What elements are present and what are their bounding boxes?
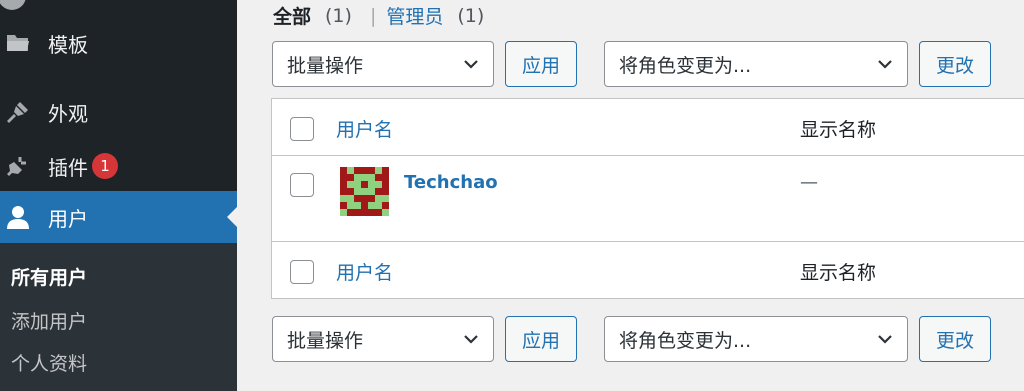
table-row: Techchao —	[272, 156, 1024, 242]
change-role-button-bottom[interactable]: 更改	[919, 316, 991, 362]
filter-separator: |	[369, 4, 377, 27]
sidebar-item-users[interactable]: 用户	[0, 191, 237, 243]
sidebar-item-label: 模板	[48, 32, 88, 57]
submenu-all-users[interactable]: 所有用户	[11, 263, 87, 290]
change-role-value: 将角色变更为...	[619, 329, 752, 352]
sidebar-item-label: 用户	[48, 206, 88, 231]
users-table: 用户名 显示名称 Techchao — 用户名 显示名称	[271, 98, 1024, 299]
filter-admin-count: (1)	[457, 4, 485, 27]
change-role-select-bottom[interactable]: 将角色变更为...	[604, 316, 908, 362]
select-all-checkbox[interactable]	[290, 117, 314, 141]
username-link[interactable]: Techchao	[404, 172, 498, 193]
bulk-action-select-bottom[interactable]: 批量操作	[272, 316, 494, 362]
update-count-badge: 1	[92, 153, 118, 179]
change-role-value: 将角色变更为...	[619, 54, 752, 77]
display-name-value: —	[800, 172, 818, 193]
change-role-select-top[interactable]: 将角色变更为...	[604, 41, 908, 87]
select-all-checkbox-footer[interactable]	[290, 260, 314, 284]
bulk-action-select-top[interactable]: 批量操作	[272, 41, 494, 87]
chevron-down-icon	[878, 60, 892, 69]
plugin-icon	[6, 154, 30, 178]
row-checkbox[interactable]	[290, 173, 314, 197]
admin-sidebar: 模板 外观 插件 1 用户 所有用户 添加用户 个人资料	[0, 0, 237, 391]
submenu-profile[interactable]: 个人资料	[11, 349, 87, 376]
bulk-action-value: 批量操作	[287, 329, 364, 352]
folder-icon	[6, 31, 30, 55]
chevron-down-icon	[464, 335, 478, 344]
user-icon	[6, 205, 30, 229]
apply-button-top[interactable]: 应用	[505, 41, 577, 87]
chevron-down-icon	[464, 60, 478, 69]
sidebar-item-label: 插件	[48, 155, 88, 180]
filter-all-count: (1)	[325, 4, 352, 27]
submenu-add-user[interactable]: 添加用户	[11, 307, 87, 334]
sidebar-item-templates[interactable]: 模板	[0, 17, 237, 69]
sidebar-item-label: 外观	[48, 101, 88, 126]
table-footer-row: 用户名 显示名称	[272, 241, 1024, 299]
filter-admin[interactable]: 管理员	[386, 2, 443, 29]
column-display-name: 显示名称	[800, 119, 877, 141]
user-role-filters: 全部 (1) | 管理员 (1)	[273, 2, 484, 29]
filter-all[interactable]: 全部	[273, 2, 311, 29]
column-display-name-footer: 显示名称	[800, 262, 877, 284]
sidebar-item-appearance[interactable]: 外观	[0, 86, 237, 138]
sidebar-item-plugins[interactable]: 插件 1	[0, 140, 237, 192]
paintbrush-icon	[6, 100, 30, 124]
apply-button-bottom[interactable]: 应用	[505, 316, 577, 362]
column-username[interactable]: 用户名	[336, 115, 393, 142]
bulk-action-value: 批量操作	[287, 54, 364, 77]
user-avatar[interactable]	[340, 167, 389, 216]
table-header-row: 用户名 显示名称	[272, 99, 1024, 156]
chevron-down-icon	[878, 335, 892, 344]
column-username-footer[interactable]: 用户名	[336, 258, 393, 285]
change-role-button-top[interactable]: 更改	[919, 41, 991, 87]
dashboard-icon[interactable]	[0, 0, 26, 10]
users-submenu: 所有用户 添加用户 个人资料	[0, 243, 237, 391]
